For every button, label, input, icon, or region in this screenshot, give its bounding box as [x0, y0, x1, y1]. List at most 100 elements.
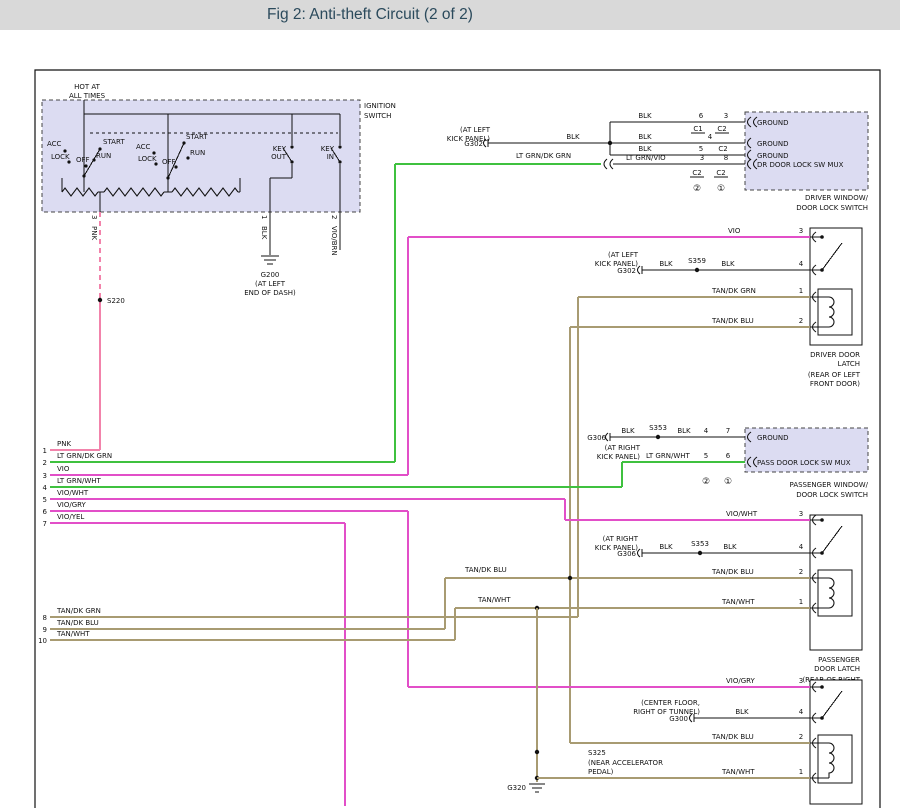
passenger-latch-pin1: 1	[799, 598, 803, 606]
passenger-switch-pin5: 5	[704, 452, 708, 460]
splice-s353-latch-dot	[698, 551, 702, 555]
row4-wire-label: LT GRN/VIO	[626, 154, 666, 162]
passenger-switch-pin7: 7	[726, 427, 730, 435]
pnk-pin-number: 3	[90, 215, 98, 219]
driver-latch-pin4: 4	[799, 260, 804, 268]
splice-s359-dot	[695, 268, 699, 272]
passenger-switch-row1: GROUND	[757, 434, 789, 442]
wire-tan-wht-trunk	[535, 608, 539, 782]
viobrn-wire-label: VIO/BRN	[330, 226, 338, 256]
key-in-label-2: IN	[327, 153, 334, 161]
pin-number-6: 6	[43, 508, 48, 516]
tan-wht-label: TAN/WHT	[721, 768, 755, 776]
passenger-switch-pin6: 6	[726, 452, 731, 460]
wiring-diagram-canvas: HOT AT ALL TIMES IGNITION SWITCH	[0, 0, 900, 808]
pin-number-5: 5	[43, 496, 47, 504]
hot-at-label: HOT AT	[74, 83, 101, 91]
driver-latch-caption: DRIVER DOOR	[810, 351, 860, 359]
pin-wire-7: VIO/YEL	[57, 513, 84, 521]
passenger-switch-row2: PASS DOOR LOCK SW MUX	[757, 459, 851, 467]
splice-s325-location: (NEAR ACCELERATOR	[588, 759, 663, 767]
pin-wire-10: TAN/WHT	[56, 630, 90, 638]
lt-grn-dk-grn-label: LT GRN/DK GRN	[516, 152, 571, 160]
sw2-run-label: RUN	[190, 149, 205, 157]
passenger-latch-pin4: 4	[799, 543, 804, 551]
driver-latch-caption-3: (REAR OF LEFT	[808, 371, 861, 379]
g302-latch-location: (AT LEFT	[608, 251, 639, 259]
g306-location-2: KICK PANEL)	[597, 453, 640, 461]
ground-g200-loc: (AT LEFT	[255, 280, 286, 288]
row4-conn-b: C2	[716, 169, 725, 177]
row1-conn-a: C1	[693, 125, 702, 133]
pnk-wire-label: PNK	[90, 226, 98, 240]
blk-feed-label: BLK	[566, 133, 580, 141]
passenger-switch-pin4: 4	[704, 427, 709, 435]
splice-s353-latch-label: S353	[691, 540, 709, 548]
row4-circle-a: ②	[693, 184, 701, 194]
driver-latch-caption-4: FRONT DOOR)	[810, 380, 860, 388]
ground-g200-loc-2: END OF DASH)	[244, 289, 296, 297]
lt-grn-wht-label: LT GRN/WHT	[646, 452, 691, 460]
passenger-latch-pin2: 2	[799, 568, 803, 576]
tan-dk-blu-label: TAN/DK BLU	[711, 733, 754, 741]
ground-g200-label: G200	[261, 271, 280, 279]
row2-pin: 4	[708, 133, 713, 141]
g306-location: (AT RIGHT	[605, 444, 641, 452]
g302-latch-connector-icon	[638, 266, 643, 274]
driver-latch-pin2: 2	[799, 317, 803, 325]
passenger-latch-caption-2: DOOR LATCH	[814, 665, 860, 673]
tan-dk-blu-label: TAN/DK BLU	[711, 317, 754, 325]
pin-wire-1: PNK	[57, 440, 71, 448]
splice-s325-dot	[535, 750, 539, 754]
tan-dk-blu-label-left: TAN/DK BLU	[464, 566, 507, 574]
splice-s325-location-2: PEDAL)	[588, 768, 614, 776]
passenger-window-door-lock-switch: GROUND PASS DOOR LOCK SW MUX G306 (AT RI…	[587, 424, 868, 499]
blk-label-a: BLK	[621, 427, 635, 435]
blk-label-a: BLK	[659, 543, 673, 551]
splice-s359-label: S359	[688, 257, 706, 265]
pin-number-3: 3	[43, 472, 47, 480]
left-connector-pins: 1 PNK 2 LT GRN/DK GRN 3 VIO 4 LT GRN/WHT…	[38, 440, 622, 806]
sw1-run-label: RUN	[96, 152, 111, 160]
driver-switch-row3: GROUND	[757, 152, 789, 160]
blk-label-a: BLK	[659, 260, 673, 268]
row1-conn-b: C2	[717, 125, 726, 133]
vio-gry-label: VIO/GRY	[726, 677, 756, 685]
blk-label-b: BLK	[721, 260, 735, 268]
pin-number-1: 1	[43, 447, 47, 455]
row3-wire-label: BLK	[638, 145, 652, 153]
pin-number-2: 2	[43, 459, 47, 467]
passenger-circle-a: ②	[702, 477, 710, 487]
g302-latch-label: G302	[617, 267, 636, 275]
third-door-latch: VIO/GRY 3 (CENTER FLOOR, RIGHT OF TUNNEL…	[408, 608, 862, 804]
driver-switch-caption-2: DOOR LOCK SWITCH	[796, 204, 868, 212]
row4-pin-a: 3	[700, 154, 704, 162]
splice-s353-label: S353	[649, 424, 667, 432]
g306-label: G306	[587, 434, 606, 442]
pin-wire-9: TAN/DK BLU	[56, 619, 99, 627]
viobrn-pin-number: 2	[330, 215, 338, 219]
driver-switch-row2: GROUND	[757, 140, 789, 148]
tan-dk-blu-junction-dot	[568, 576, 572, 580]
ignition-switch: HOT AT ALL TIMES IGNITION SWITCH	[42, 83, 396, 450]
row3-pin: 5	[699, 145, 703, 153]
sw2-lock-label: LOCK	[138, 155, 157, 163]
ground-g320-icon	[529, 784, 545, 792]
sw2-start-label: START	[186, 133, 208, 141]
driver-window-door-lock-switch: GROUND GROUND GROUND DR DOOR LOCK SW MUX…	[395, 112, 869, 462]
ignition-switch-label: IGNITION	[364, 102, 396, 110]
splice-s353-dot	[656, 435, 660, 439]
pin-number-8: 8	[43, 614, 47, 622]
passenger-circle-b: ①	[724, 477, 732, 487]
wire-pnk	[98, 212, 102, 450]
row4-conn-a: C2	[692, 169, 701, 177]
wiring-diagram-page: Fig 2: Anti-theft Circuit (2 of 2) HOT A…	[0, 0, 900, 808]
pin-wire-3: VIO	[57, 465, 70, 473]
row1-pin-a: 6	[699, 112, 704, 120]
passenger-switch-caption-2: DOOR LOCK SWITCH	[796, 491, 868, 499]
row4-circle-b: ①	[717, 184, 725, 194]
g306-latch-location: (AT RIGHT	[603, 535, 639, 543]
g306-connector-icon	[606, 433, 611, 441]
tan-dk-blu-label: TAN/DK BLU	[711, 568, 754, 576]
blk-label-b: BLK	[677, 427, 691, 435]
